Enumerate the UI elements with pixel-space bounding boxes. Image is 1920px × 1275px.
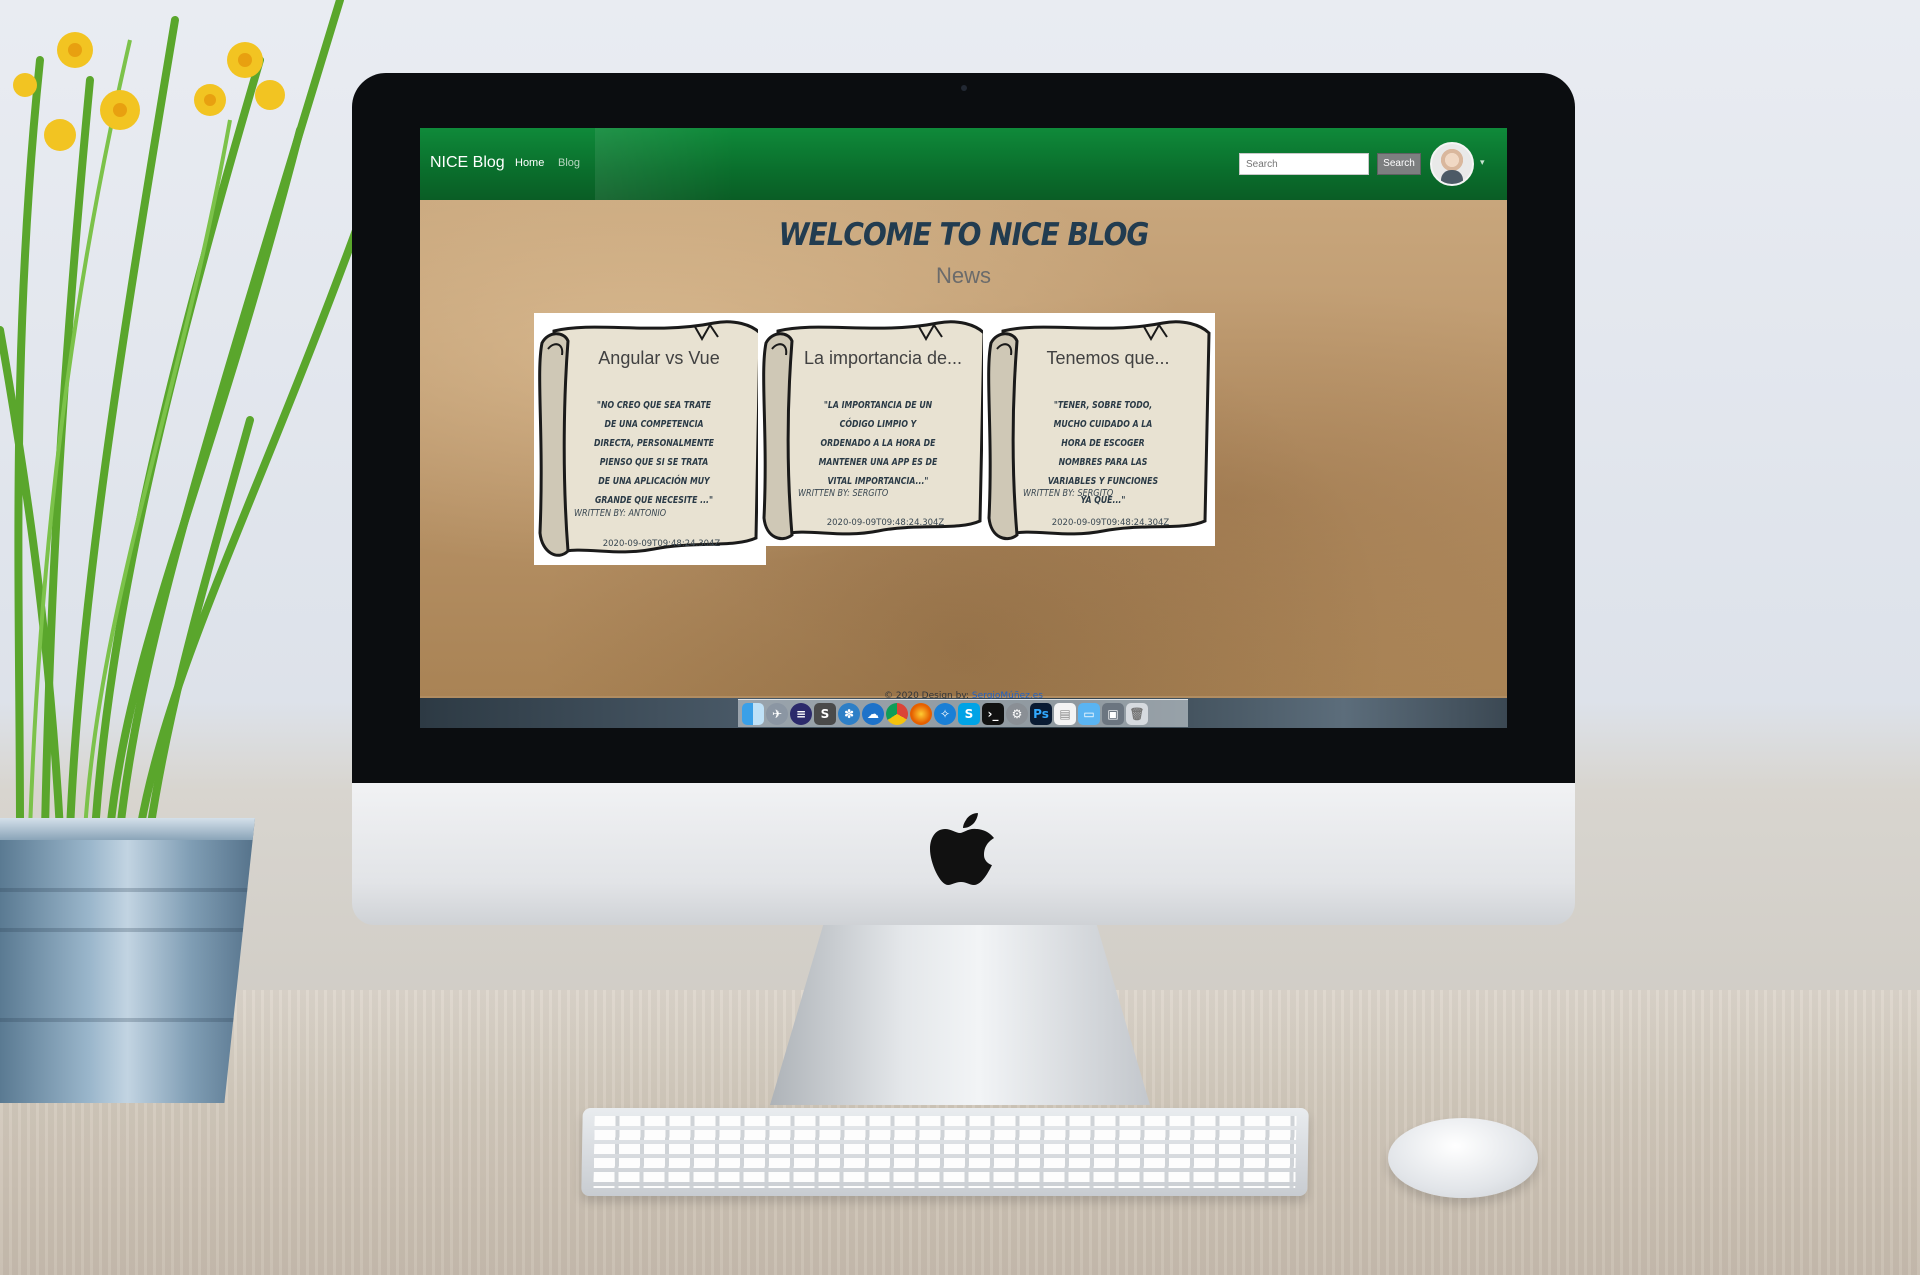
- search-button[interactable]: Search: [1377, 153, 1421, 175]
- sublime-icon[interactable]: S: [814, 702, 836, 725]
- card-author: Written by: Antonio: [574, 508, 667, 519]
- vscode-icon[interactable]: ✽: [838, 702, 860, 725]
- screen: NICE Blog Home Blog Search ▾ WELCOME TO …: [420, 128, 1507, 728]
- launchpad-icon[interactable]: ✈: [766, 702, 788, 725]
- news-card[interactable]: Tenemos que... "Tener, sobre todo, mucho…: [983, 313, 1215, 546]
- user-avatar[interactable]: [1430, 142, 1474, 186]
- camera-icon: [961, 85, 967, 91]
- settings-icon[interactable]: ⚙: [1006, 702, 1028, 725]
- chevron-down-icon[interactable]: ▾: [1480, 157, 1485, 168]
- nav-link-home[interactable]: Home: [515, 157, 544, 169]
- nav-link-blog[interactable]: Blog: [558, 157, 580, 169]
- firefox-icon[interactable]: [910, 702, 932, 725]
- news-card[interactable]: Angular vs Vue "No creo que sea trate de…: [534, 313, 766, 565]
- terminal-icon[interactable]: ›_: [982, 702, 1004, 725]
- finder-icon[interactable]: [742, 702, 764, 725]
- keyboard: [581, 1108, 1309, 1196]
- photoshop-icon[interactable]: Ps: [1030, 702, 1052, 725]
- safari-icon[interactable]: ✧: [934, 702, 956, 725]
- magic-mouse: [1388, 1118, 1538, 1198]
- document-icon[interactable]: ▤: [1054, 702, 1076, 725]
- monitor-stand: [770, 925, 1150, 1105]
- search-input[interactable]: [1239, 153, 1369, 175]
- keyboard-keys: [593, 1116, 1297, 1188]
- page-title: WELCOME TO NICE BLOG: [778, 216, 1150, 253]
- folder-icon[interactable]: ▭: [1078, 702, 1100, 725]
- chrome-icon[interactable]: [886, 702, 908, 725]
- monitor-bezel: NICE Blog Home Blog Search ▾ WELCOME TO …: [352, 73, 1575, 783]
- card-title[interactable]: La importancia de...: [788, 348, 978, 369]
- skype-icon[interactable]: S: [958, 702, 980, 725]
- card-date: 2020-09-09T09:48:24.304Z: [1051, 518, 1170, 528]
- navbar-shine: [595, 128, 735, 200]
- pot-rib: [0, 928, 255, 932]
- brand-logo[interactable]: NICE Blog: [430, 154, 505, 172]
- card-title[interactable]: Angular vs Vue: [564, 348, 754, 369]
- apple-logo-icon: [930, 813, 994, 885]
- card-date: 2020-09-09T09:48:24.304Z: [602, 539, 721, 549]
- navbar: NICE Blog Home Blog Search ▾: [420, 128, 1507, 200]
- news-card[interactable]: La importancia de... "La importancia de …: [758, 313, 990, 546]
- card-title[interactable]: Tenemos que...: [1013, 348, 1203, 369]
- trash-icon[interactable]: 🗑: [1126, 702, 1148, 725]
- monitor-chin: [352, 783, 1575, 925]
- vpn-icon[interactable]: ☁: [862, 702, 884, 725]
- card-quote: "No creo que sea trate de una competenci…: [594, 400, 714, 506]
- imac-monitor: NICE Blog Home Blog Search ▾ WELCOME TO …: [352, 73, 1575, 925]
- card-author: Written by: Sergito: [1023, 488, 1114, 499]
- flower-pot: [0, 818, 255, 1103]
- macos-dock: ✈ ≡ S ✽ ☁ ✧ S ›_ ⚙ Ps ▤ ▭ ▣ 🗑: [738, 699, 1188, 727]
- screenshot-icon[interactable]: ▣: [1102, 702, 1124, 725]
- daffodil-plant-leaves: [0, 0, 380, 830]
- pot-rib: [0, 888, 255, 892]
- section-subtitle: News: [935, 263, 991, 288]
- card-author: Written by: Sergito: [798, 488, 889, 499]
- pot-rib: [0, 1018, 255, 1022]
- card-date: 2020-09-09T09:48:24.304Z: [826, 518, 945, 528]
- card-quote: "La importancia de un código limpio y or…: [818, 400, 938, 487]
- eclipse-icon[interactable]: ≡: [790, 702, 812, 725]
